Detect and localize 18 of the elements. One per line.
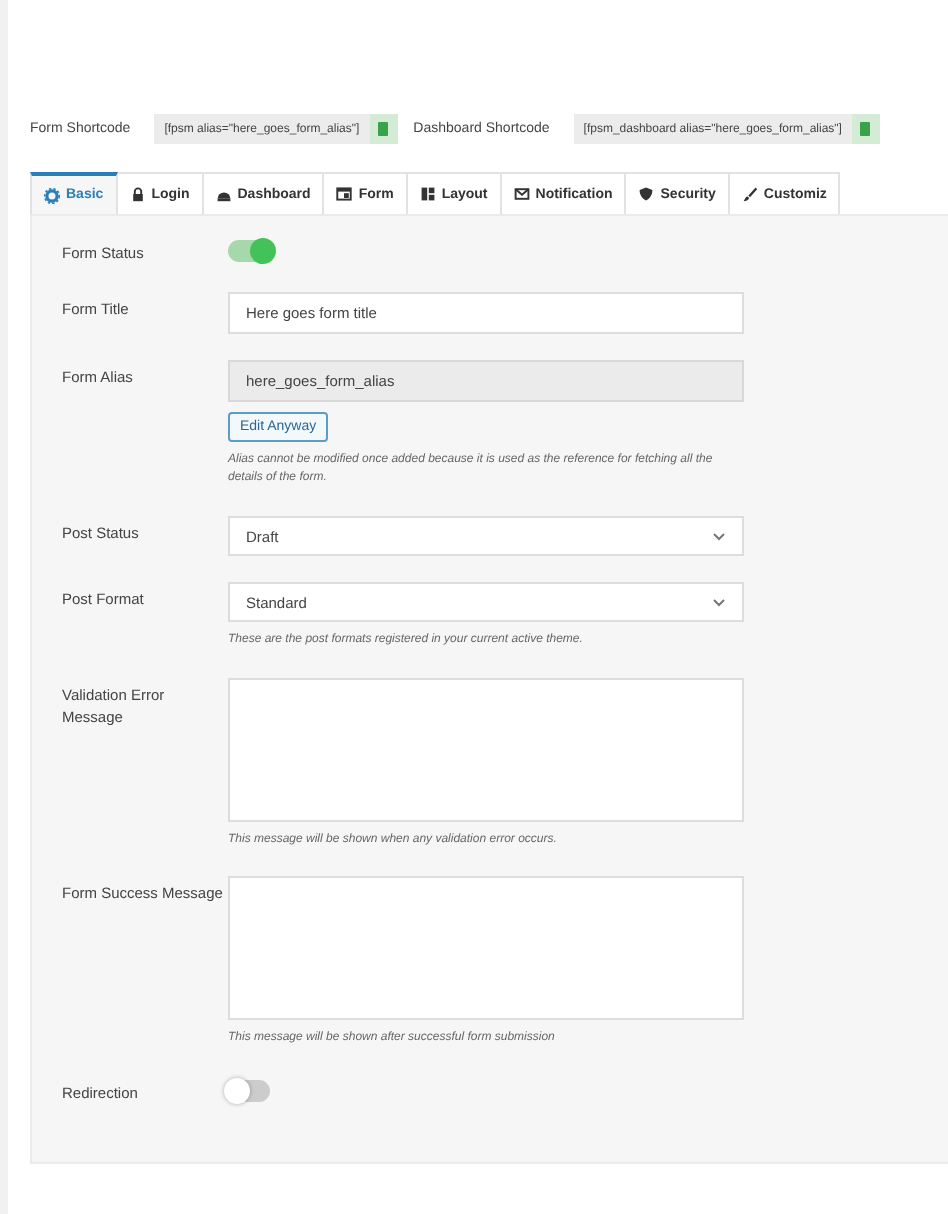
envelope-icon xyxy=(513,186,530,202)
copy-button[interactable] xyxy=(851,114,880,144)
copy-button[interactable] xyxy=(369,114,398,144)
textarea-field[interactable] xyxy=(228,876,744,1021)
toggle-switch[interactable] xyxy=(228,1079,270,1102)
chevron-icon xyxy=(712,597,726,608)
gear-icon xyxy=(44,187,60,203)
clipboard-icon xyxy=(378,122,389,136)
window-icon xyxy=(336,186,353,202)
toggle-switch[interactable] xyxy=(228,240,270,262)
clipboard-icon xyxy=(860,122,871,136)
grid-icon xyxy=(419,186,436,202)
textarea-field[interactable] xyxy=(228,677,744,822)
gauge-icon xyxy=(215,186,232,202)
brush-icon xyxy=(741,186,758,202)
chevron-icon xyxy=(712,531,726,542)
lock-icon xyxy=(129,186,146,202)
shield-icon xyxy=(638,186,655,202)
